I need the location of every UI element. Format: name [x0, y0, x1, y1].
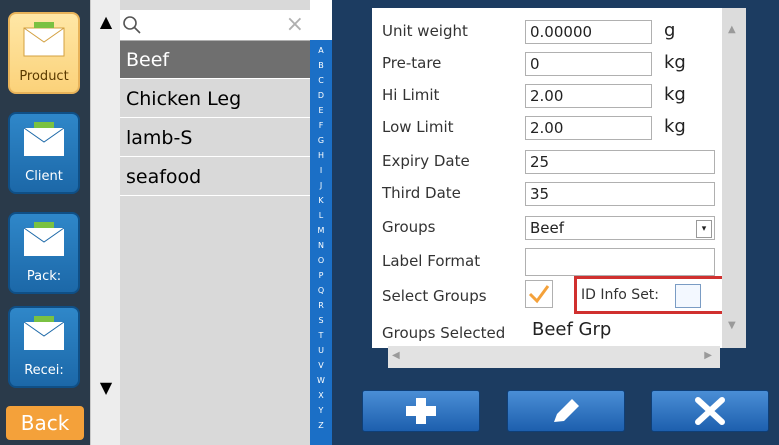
label-format-field[interactable]: [525, 248, 715, 276]
groups-select-value: Beef: [530, 219, 565, 237]
expiry-date-field[interactable]: 25: [525, 150, 715, 174]
add-icon: [406, 398, 436, 424]
product-icon: [23, 22, 65, 57]
product-detail-form: Unit weight 0.00000 g Pre-tare 0 kg Hi L…: [372, 8, 734, 348]
edit-button[interactable]: [507, 390, 625, 432]
product-list: × Beef Chicken Leg lamb-S seafood: [120, 0, 310, 445]
label-format-label: Label Format: [382, 252, 481, 270]
search-clear-icon[interactable]: ×: [286, 12, 304, 37]
id-info-set-highlight: ID Info Set:: [574, 276, 734, 314]
alpha-index-letter[interactable]: M: [310, 226, 332, 235]
nav-product-label: Product: [19, 69, 69, 84]
hi-limit-unit: kg: [664, 84, 686, 105]
form-vertical-scrollbar[interactable]: ▲ ▼: [722, 8, 746, 348]
alpha-index-letter[interactable]: A: [310, 46, 332, 55]
alpha-index-letter[interactable]: N: [310, 241, 332, 250]
scroll-right-icon[interactable]: ▶: [704, 350, 712, 361]
checkmark-icon: [528, 285, 550, 304]
scroll-up-icon[interactable]: ▲: [728, 24, 736, 35]
select-groups-label: Select Groups: [382, 287, 487, 305]
alpha-index-letter[interactable]: B: [310, 61, 332, 70]
alpha-index-letter[interactable]: F: [310, 121, 332, 130]
chevron-down-icon[interactable]: ▾: [696, 220, 712, 238]
receive-icon: [23, 316, 65, 350]
pre-tare-label: Pre-tare: [382, 54, 442, 72]
pre-tare-unit: kg: [664, 52, 686, 73]
alpha-index-letter[interactable]: G: [310, 136, 332, 145]
alpha-index-letter[interactable]: T: [310, 331, 332, 340]
list-scrollbar[interactable]: ▲ ▼: [90, 0, 120, 445]
select-groups-checkbox[interactable]: [525, 280, 553, 308]
alpha-index-letter[interactable]: Z: [310, 421, 332, 430]
alpha-index-letter[interactable]: Q: [310, 286, 332, 295]
groups-selected-value: Beef Grp: [532, 319, 612, 340]
unit-weight-label: Unit weight: [382, 22, 468, 40]
low-limit-label: Low Limit: [382, 118, 454, 136]
unit-weight-field[interactable]: 0.00000: [525, 20, 652, 44]
alpha-index-letter[interactable]: K: [310, 196, 332, 205]
scroll-up-icon[interactable]: ▲: [96, 12, 116, 32]
add-button[interactable]: [362, 390, 480, 432]
form-horizontal-scrollbar[interactable]: ◀ ▶: [388, 346, 720, 368]
alpha-index-letter[interactable]: U: [310, 346, 332, 355]
groups-label: Groups: [382, 218, 436, 236]
expiry-date-label: Expiry Date: [382, 152, 470, 170]
alpha-index-letter[interactable]: R: [310, 301, 332, 310]
nav-client-button[interactable]: Client: [8, 112, 80, 194]
scroll-down-icon[interactable]: ▼: [96, 378, 116, 398]
alpha-index-letter[interactable]: Y: [310, 406, 332, 415]
search-icon: [123, 16, 141, 34]
alpha-index-letter[interactable]: J: [310, 181, 332, 190]
hi-limit-field[interactable]: 2.00: [525, 84, 652, 108]
third-date-label: Third Date: [382, 184, 461, 202]
alpha-index-letter[interactable]: O: [310, 256, 332, 265]
nav-receive-button[interactable]: Recei:: [8, 306, 80, 388]
back-button[interactable]: Back: [6, 406, 84, 440]
alpha-index-letter[interactable]: I: [310, 166, 332, 175]
low-limit-field[interactable]: 2.00: [525, 116, 652, 140]
pre-tare-field[interactable]: 0: [525, 52, 652, 76]
alpha-index-letter[interactable]: X: [310, 391, 332, 400]
left-navigation: Product Client Pack: Recei: Back: [0, 0, 90, 445]
close-icon: [695, 397, 725, 425]
alpha-index-letter[interactable]: L: [310, 211, 332, 220]
alpha-index-letter[interactable]: P: [310, 271, 332, 280]
groups-select[interactable]: Beef ▾: [525, 216, 715, 240]
search-input[interactable]: ×: [120, 10, 310, 41]
nav-pack-button[interactable]: Pack:: [8, 212, 80, 294]
alphabet-index[interactable]: ABCDEFGHIJKLMNOPQRSTUVWXYZ: [310, 40, 332, 445]
alpha-index-letter[interactable]: W: [310, 376, 332, 385]
alpha-index-letter[interactable]: S: [310, 316, 332, 325]
hi-limit-label: Hi Limit: [382, 86, 440, 104]
low-limit-unit: kg: [664, 116, 686, 137]
list-item[interactable]: Chicken Leg: [120, 80, 310, 118]
pack-icon: [23, 222, 65, 256]
list-item[interactable]: Beef: [120, 41, 310, 79]
alpha-index-letter[interactable]: C: [310, 76, 332, 85]
list-item[interactable]: lamb-S: [120, 119, 310, 157]
alpha-index-letter[interactable]: H: [310, 151, 332, 160]
id-info-set-label: ID Info Set:: [581, 287, 660, 303]
nav-pack-label: Pack:: [26, 269, 62, 284]
id-info-set-checkbox[interactable]: [675, 284, 701, 308]
third-date-field[interactable]: 35: [525, 182, 715, 206]
nav-receive-label: Recei:: [24, 363, 64, 378]
delete-button[interactable]: [651, 390, 769, 432]
scroll-left-icon[interactable]: ◀: [392, 350, 400, 361]
alpha-index-letter[interactable]: V: [310, 361, 332, 370]
list-item[interactable]: seafood: [120, 158, 310, 196]
nav-product-button[interactable]: Product: [8, 12, 80, 94]
pencil-icon: [554, 399, 579, 422]
client-icon: [23, 122, 65, 156]
alpha-index-letter[interactable]: D: [310, 91, 332, 100]
unit-weight-unit: g: [664, 20, 676, 41]
groups-selected-label: Groups Selected: [382, 324, 506, 342]
alpha-index-letter[interactable]: E: [310, 106, 332, 115]
scroll-down-icon[interactable]: ▼: [728, 320, 736, 331]
nav-client-label: Client: [25, 169, 63, 184]
